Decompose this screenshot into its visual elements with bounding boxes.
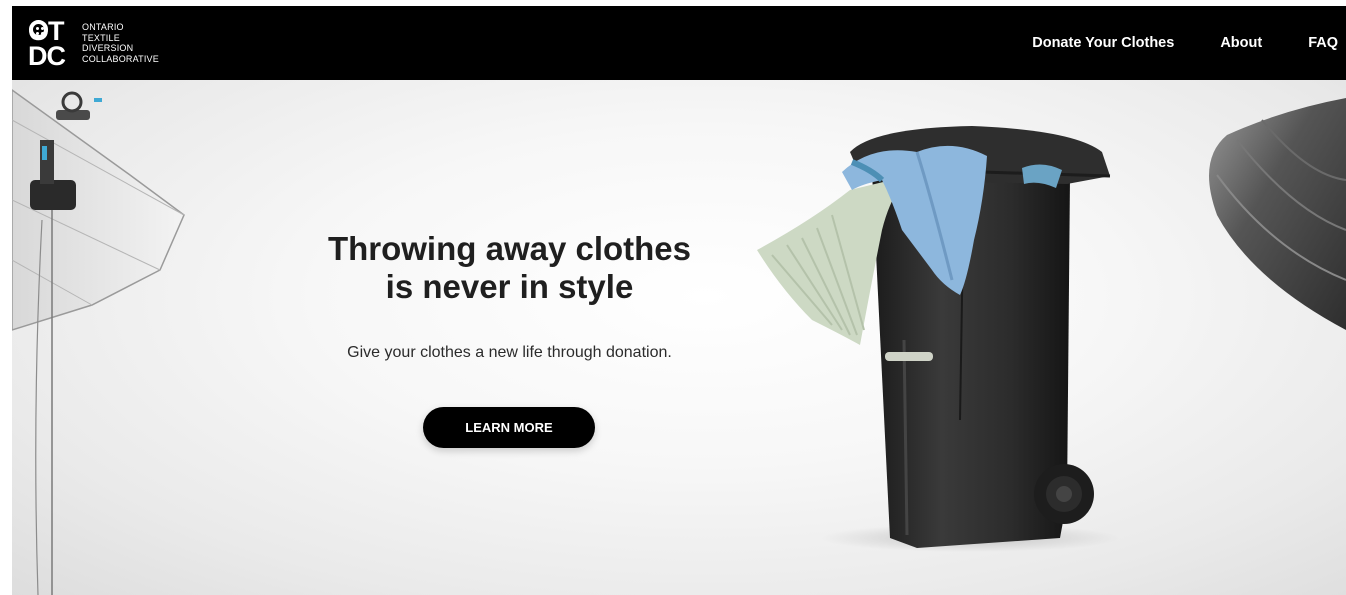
logo-wordmark: ONTARIO TEXTILE DIVERSION COLLABORATIVE xyxy=(82,22,159,64)
hero-background-art xyxy=(12,89,1346,595)
otdc-logo-mark: OT DC xyxy=(28,18,76,71)
hero-title-line2: is never in style xyxy=(385,268,634,305)
site-header: OT DC ONTARIO TEXTILE DIVERSION COLLABOR… xyxy=(12,6,1346,80)
trash-bin-image xyxy=(757,126,1120,552)
hero-title-line1: Throwing away clothes xyxy=(327,230,692,267)
logo-text-line: ONTARIO xyxy=(82,22,124,32)
logo-text-line: TEXTILE xyxy=(82,32,120,43)
hero-section: Throwing away clothes is never in style … xyxy=(12,80,1346,595)
hero-title: Throwing away clothes is never in style xyxy=(282,230,737,306)
hero-subtitle: Give your clothes a new life through don… xyxy=(347,344,672,361)
nav-donate-your-clothes[interactable]: Donate Your Clothes xyxy=(1032,35,1174,51)
logo-link[interactable]: OT DC ONTARIO TEXTILE DIVERSION COLLABOR… xyxy=(28,6,159,80)
nav-faq[interactable]: FAQ xyxy=(1308,35,1338,51)
button-icon xyxy=(29,20,48,39)
studio-lamp-image xyxy=(1209,98,1346,330)
studio-umbrella-image xyxy=(12,89,185,595)
page-frame: OT DC ONTARIO TEXTILE DIVERSION COLLABOR… xyxy=(12,6,1346,595)
logo-text-line: DIVERSION xyxy=(82,43,134,53)
learn-more-button[interactable]: LEARN MORE xyxy=(423,407,595,448)
logo-text-line: COLLABORATIVE xyxy=(82,53,159,64)
main-nav: Donate Your Clothes About FAQ xyxy=(986,6,1338,80)
nav-about[interactable]: About xyxy=(1220,35,1262,51)
logo-mark-line2: DC xyxy=(28,41,66,71)
